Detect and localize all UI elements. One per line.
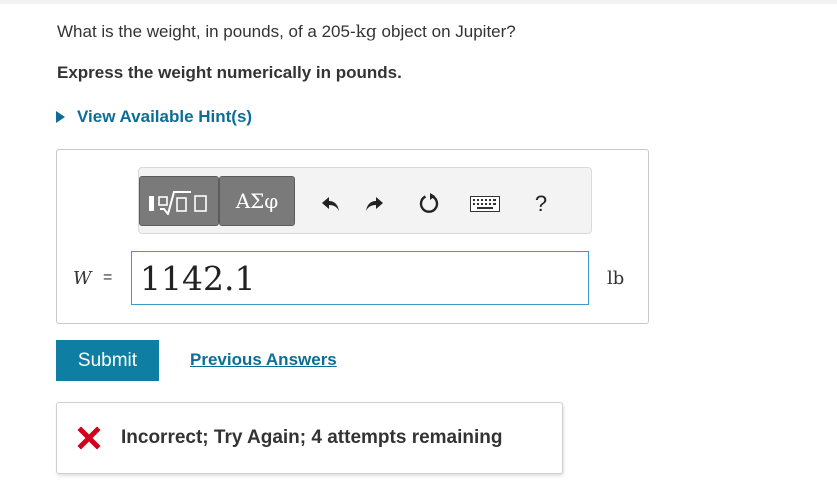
- keyboard-button[interactable]: [469, 192, 501, 216]
- submit-button[interactable]: Submit: [56, 340, 159, 381]
- math-toolbar: ΑΣφ ?: [138, 167, 592, 234]
- redo-icon: [366, 197, 383, 211]
- help-icon: ?: [534, 191, 548, 216]
- expand-triangle-icon: [56, 111, 65, 123]
- view-hints-label: View Available Hint(s): [77, 107, 253, 126]
- templates-icon: [149, 191, 207, 215]
- help-button[interactable]: ?: [529, 191, 553, 216]
- incorrect-x-icon: [77, 426, 101, 450]
- keyboard-icon: [470, 196, 500, 212]
- undo-button[interactable]: [319, 192, 343, 216]
- question-text: What is the weight, in pounds, of a 205-…: [57, 22, 516, 42]
- undo-icon: [322, 197, 339, 211]
- feedback-box: Incorrect; Try Again; 4 attempts remaini…: [56, 402, 563, 474]
- answer-variable: W: [73, 268, 92, 289]
- answer-unit: lb: [607, 268, 625, 289]
- templates-button[interactable]: [139, 176, 219, 226]
- instruction-text: Express the weight numerically in pounds…: [57, 63, 402, 82]
- answer-input[interactable]: 1142.1: [131, 251, 589, 305]
- reset-icon: [419, 193, 439, 213]
- question-unit: kg: [355, 22, 377, 42]
- previous-answers-link[interactable]: Previous Answers: [190, 350, 337, 370]
- reset-button[interactable]: [417, 192, 441, 216]
- equals-sign: =: [103, 269, 113, 286]
- greek-letters-button[interactable]: ΑΣφ: [219, 176, 295, 226]
- answer-value: 1142.1: [140, 259, 256, 298]
- view-hints-link[interactable]: View Available Hint(s): [56, 107, 252, 127]
- redo-button[interactable]: [362, 192, 386, 216]
- answer-box: ΑΣφ ? W = 1142.1 lb: [56, 149, 649, 324]
- greek-letters-icon: ΑΣφ: [235, 189, 279, 213]
- feedback-message: Incorrect; Try Again; 4 attempts remaini…: [121, 427, 503, 448]
- top-strip: [0, 0, 837, 4]
